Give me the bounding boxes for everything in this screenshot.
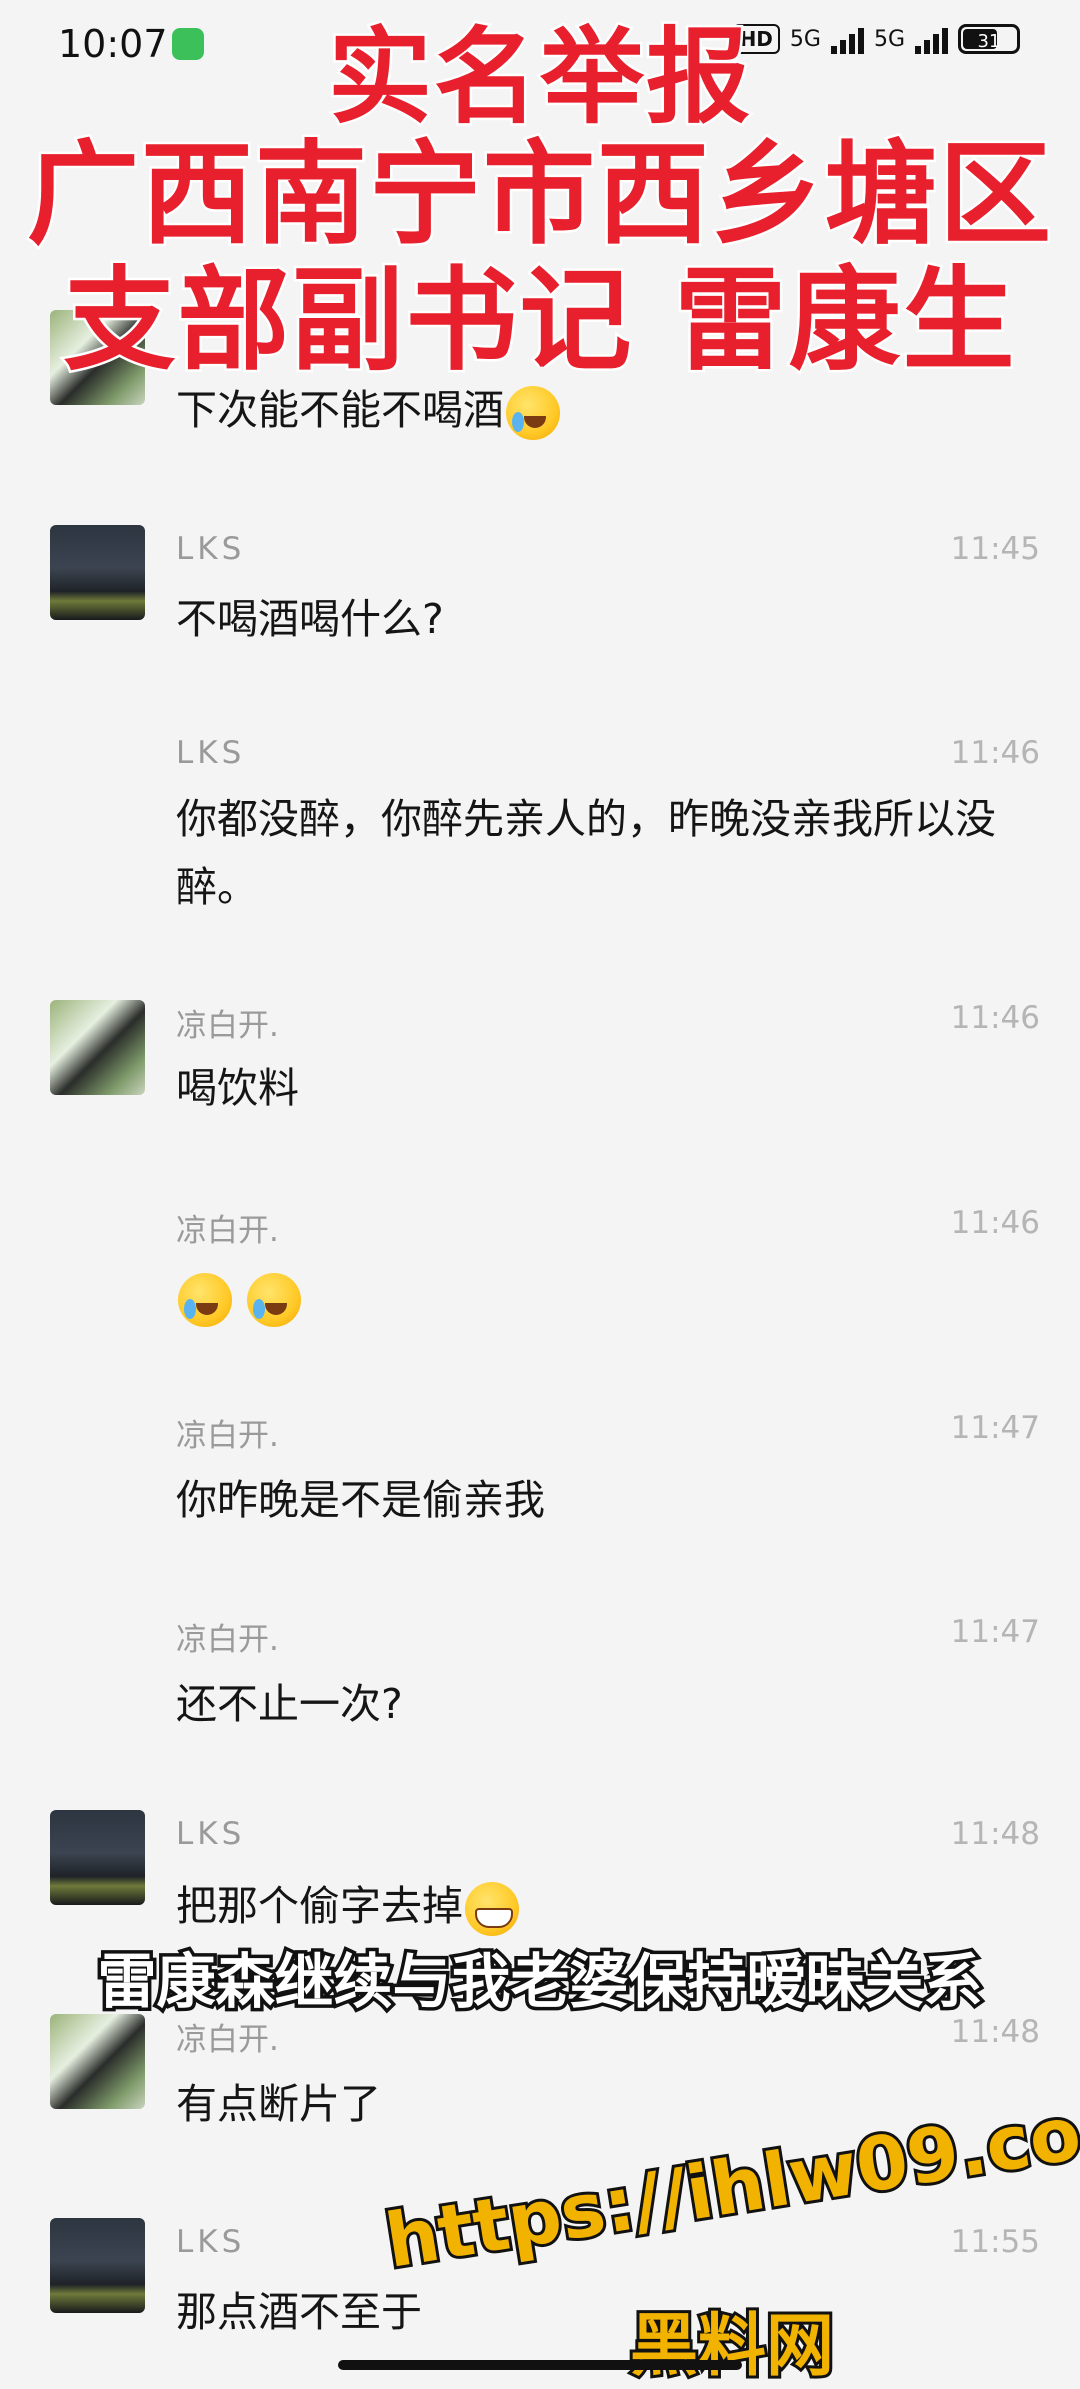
message-text: 把那个偷字去掉 [176, 1872, 1016, 1940]
message-time: 11:55 [950, 2224, 1040, 2260]
sender-name: 凉白开. [176, 1418, 279, 1454]
message-text: 还不止一次? [176, 1680, 403, 1728]
home-indicator[interactable] [338, 2360, 742, 2370]
sender-name: 凉白开. [176, 1008, 279, 1044]
avatar[interactable] [50, 2218, 145, 2313]
sender-name: 凉白开. [176, 1213, 279, 1249]
laugh-cry-emoji-icon [247, 1273, 302, 1327]
sender-name: 凉白开. [176, 1622, 279, 1658]
laugh-cry-emoji-icon [506, 386, 560, 440]
message-time: 11:48 [950, 1816, 1040, 1852]
avatar[interactable] [50, 2014, 145, 2109]
sender-name: LKS [176, 735, 246, 771]
message-text: 那点酒不至于 [176, 2288, 422, 2336]
grin-emoji-icon [465, 1882, 519, 1936]
message-time: 11:47 [950, 1614, 1040, 1650]
sender-name: LKS [176, 1816, 246, 1852]
sender-name: 凉白开. [176, 2022, 279, 2058]
message-time: 11:46 [950, 735, 1040, 771]
message-text [176, 1263, 1016, 1331]
message-text: 你昨晚是不是偷亲我 [176, 1476, 545, 1524]
message-text: 喝饮料 [176, 1064, 299, 1112]
video-caption: 雷康森继续与我老婆保持暧昧关系 [94, 1944, 986, 2020]
message-text: 你都没醉，你醉先亲人的，昨晚没亲我所以没醉。 [176, 795, 996, 911]
message-time: 11:48 [950, 2014, 1040, 2050]
sender-name: LKS [176, 531, 246, 567]
message-time: 11:47 [950, 1410, 1040, 1446]
avatar[interactable] [50, 1810, 145, 1905]
laugh-cry-emoji-icon [178, 1273, 232, 1327]
overlay-title-line-3: 支部副书记 雷康生 [61, 254, 1017, 389]
avatar[interactable] [50, 1000, 145, 1095]
watermark-name: 黑料网 [627, 2304, 837, 2389]
message-time: 11:45 [950, 531, 1040, 567]
message-text: 不喝酒喝什么? [176, 595, 444, 643]
message-time: 11:46 [950, 1000, 1040, 1036]
message-time: 11:46 [950, 1205, 1040, 1241]
sender-name: LKS [176, 2224, 246, 2260]
avatar[interactable] [50, 525, 145, 620]
